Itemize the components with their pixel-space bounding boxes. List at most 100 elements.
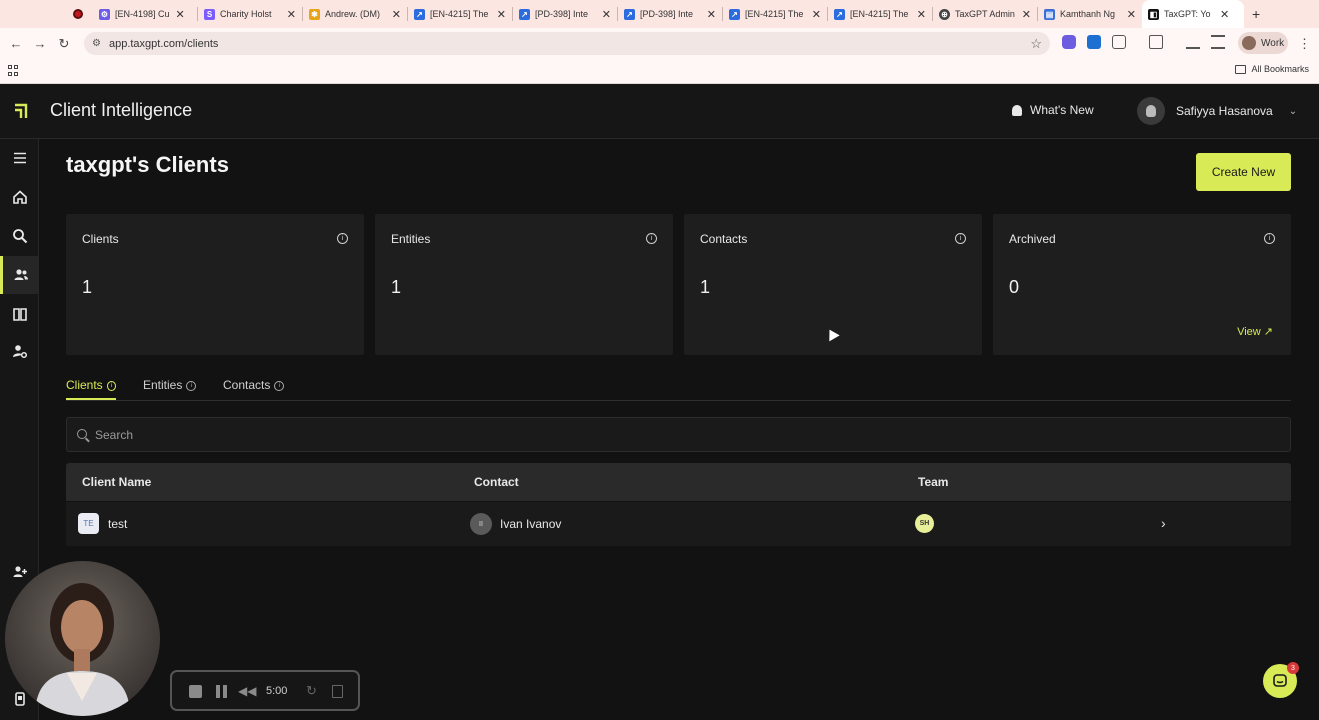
split-view-icon[interactable] [1149, 35, 1163, 49]
add-user-icon [13, 566, 27, 577]
user-menu[interactable]: Safiyya Hasanova ⌄ [1137, 97, 1297, 125]
all-bookmarks-button[interactable]: All Bookmarks [1235, 64, 1309, 74]
page-title: taxgpt's Clients [66, 152, 229, 177]
browser-tab[interactable]: ↗ [PD-398] Inte ✕ [513, 0, 617, 28]
user-avatar [1137, 97, 1165, 125]
extensions-puzzle-icon[interactable] [1112, 35, 1126, 49]
profile-label: Work [1261, 37, 1285, 49]
bookmark-star-icon[interactable]: ☆ [1030, 36, 1042, 52]
contact-name[interactable]: Ivan Ivanov [500, 517, 561, 531]
new-tab-icon[interactable]: + [1252, 6, 1260, 22]
search-input[interactable] [95, 418, 1275, 451]
tab-entities[interactable]: Entities i [143, 378, 197, 400]
tab-label: Clients [66, 378, 103, 392]
rewind-icon[interactable]: ◀◀ [238, 684, 256, 698]
tab-favicon-icon: ↗ [519, 8, 530, 20]
stat-card-entities: Entities i 1 [375, 214, 673, 355]
download-icon[interactable] [1186, 35, 1200, 49]
whats-new-button[interactable]: What's New [1012, 103, 1094, 117]
taxgpt-logo-icon [15, 103, 28, 118]
phone-icon [14, 692, 25, 706]
close-tab-icon[interactable]: ✕ [287, 8, 296, 21]
column-header-contact[interactable]: Contact [474, 475, 519, 489]
sidebar-item-library[interactable] [0, 295, 39, 333]
column-header-client-name[interactable]: Client Name [82, 475, 151, 489]
pause-icon[interactable] [216, 685, 227, 698]
chevron-down-icon[interactable]: ⌄ [1289, 106, 1297, 117]
users-icon [14, 269, 28, 280]
stat-label: Clients [82, 232, 119, 246]
media-control-icon[interactable] [1211, 35, 1225, 49]
book-open-icon [12, 308, 27, 321]
client-badge: TE [78, 513, 99, 534]
stat-label: Archived [1009, 232, 1056, 246]
stop-recording-icon[interactable] [189, 685, 202, 698]
close-tab-icon[interactable]: ✕ [1022, 8, 1031, 21]
browser-tab[interactable]: ↗ [PD-398] Inte ✕ [618, 0, 722, 28]
table-row[interactable]: TE test II Ivan Ivanov SH › [66, 502, 1291, 546]
apps-grid-icon[interactable] [8, 65, 19, 76]
sidebar-item-search[interactable] [0, 217, 39, 255]
forward-icon[interactable]: → [32, 36, 48, 52]
reload-icon[interactable]: ↻ [56, 36, 72, 52]
client-name[interactable]: test [108, 517, 127, 531]
browser-tab[interactable]: ✱ Andrew. (DM) ✕ [303, 0, 407, 28]
browser-tab[interactable]: ↗ [EN-4215] The ✕ [723, 0, 827, 28]
tab-label: Entities [143, 378, 183, 392]
info-icon[interactable]: i [955, 233, 966, 244]
browser-tab-active[interactable]: ◧ TaxGPT: Yo ✕ [1142, 0, 1244, 28]
view-archived-link[interactable]: View ↗ [1237, 325, 1273, 338]
close-tab-icon[interactable]: ✕ [1127, 8, 1136, 21]
browser-tab[interactable]: ↗ [EN-4215] The ✕ [408, 0, 512, 28]
support-chat-button[interactable]: 3 [1263, 662, 1299, 698]
tab-favicon-icon: ↗ [729, 8, 740, 20]
browser-tab[interactable]: ⊕ TaxGPT Admin ✕ [933, 0, 1037, 28]
tab-clients[interactable]: Clients i [66, 378, 116, 400]
user-gear-icon [12, 345, 27, 359]
tab-title: [EN-4198] Cu [115, 9, 170, 19]
profile-button[interactable]: Work [1238, 32, 1288, 54]
info-icon[interactable]: i [186, 381, 197, 391]
back-icon[interactable]: ← [8, 36, 24, 52]
column-header-team[interactable]: Team [918, 475, 948, 489]
info-icon[interactable]: i [274, 381, 285, 391]
close-tab-icon[interactable]: ✕ [812, 8, 821, 21]
profile-avatar [1242, 36, 1256, 50]
tab-contacts[interactable]: Contacts i [223, 378, 285, 400]
trash-icon[interactable] [332, 685, 343, 698]
bell-icon [1012, 104, 1022, 116]
tab-title: [PD-398] Inte [640, 9, 694, 19]
close-tab-icon[interactable]: ✕ [497, 8, 506, 21]
tab-favicon-icon: ⊕ [939, 8, 950, 20]
extension-icon[interactable] [1087, 35, 1101, 49]
info-icon[interactable]: i [646, 233, 657, 244]
sidebar-item-home[interactable] [0, 178, 39, 216]
stat-value: 1 [700, 277, 711, 297]
browser-menu-icon[interactable]: ⋮ [1298, 36, 1311, 52]
browser-tab[interactable]: ▤ Kamthanh Ng ✕ [1038, 0, 1142, 28]
browser-tab[interactable]: S Charity Holst ✕ [198, 0, 302, 28]
create-new-button[interactable]: Create New [1196, 153, 1291, 191]
close-tab-icon[interactable]: ✕ [1220, 8, 1229, 21]
restart-icon[interactable]: ↻ [306, 683, 317, 699]
info-icon[interactable]: i [106, 381, 116, 391]
close-tab-icon[interactable]: ✕ [707, 8, 716, 21]
chevron-right-icon[interactable]: › [1161, 515, 1166, 531]
address-bar[interactable]: ⚙ app.taxgpt.com/clients ☆ [84, 32, 1050, 55]
info-icon[interactable]: i [337, 233, 348, 244]
extension-icon[interactable] [1062, 35, 1076, 49]
browser-tab[interactable]: ⚙ [EN-4198] Cu ✕ [93, 0, 197, 28]
app-header: Client Intelligence What's New Safiyya H… [0, 84, 1319, 139]
team-member-avatar[interactable]: SH [915, 514, 934, 533]
close-tab-icon[interactable]: ✕ [176, 8, 185, 21]
site-settings-icon[interactable]: ⚙ [92, 38, 101, 49]
sidebar-item-clients[interactable] [0, 256, 39, 294]
browser-tab[interactable]: ↗ [EN-4215] The ✕ [828, 0, 932, 28]
tab-favicon-icon: ✱ [309, 8, 320, 20]
info-icon[interactable]: i [1264, 233, 1275, 244]
sidebar-item-user-settings[interactable] [0, 332, 39, 370]
close-tab-icon[interactable]: ✕ [392, 8, 401, 21]
close-tab-icon[interactable]: ✕ [602, 8, 611, 21]
sidebar-menu-toggle[interactable] [0, 139, 39, 177]
close-tab-icon[interactable]: ✕ [917, 8, 926, 21]
